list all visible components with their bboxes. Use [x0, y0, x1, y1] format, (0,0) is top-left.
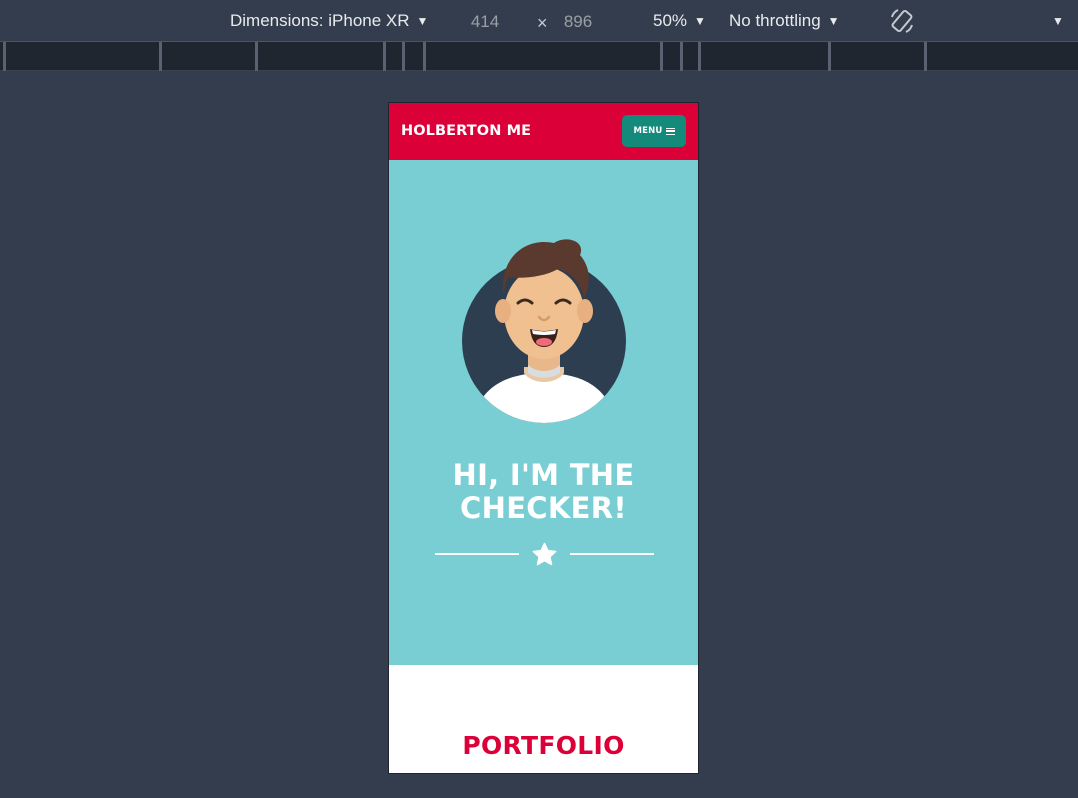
more-options-button[interactable]: ▼: [1052, 0, 1064, 42]
hero-section: HI, I'M THE CHECKER!: [389, 160, 698, 665]
menu-label: MENU: [633, 126, 663, 136]
menu-button[interactable]: MENU: [622, 115, 686, 147]
divider-line: [570, 553, 654, 555]
emulated-viewport: HOLBERTON ME MENU HI, I'M THE CHECKER! P…: [388, 102, 699, 774]
chevron-down-icon: ▼: [694, 14, 706, 28]
media-query-marker[interactable]: [383, 42, 386, 71]
throttling-label: No throttling: [729, 11, 821, 30]
media-query-marker[interactable]: [680, 42, 683, 71]
avatar-illustration: [462, 239, 626, 423]
media-query-marker[interactable]: [3, 42, 6, 71]
site-brand-link[interactable]: HOLBERTON ME: [401, 103, 531, 160]
viewport-width-input[interactable]: 414: [455, 8, 515, 36]
hero-title: HI, I'M THE CHECKER!: [389, 459, 698, 525]
hero-title-line: CHECKER!: [460, 491, 627, 525]
device-dimensions-dropdown[interactable]: Dimensions: iPhone XR ▼: [230, 0, 428, 42]
rotate-button[interactable]: [888, 0, 916, 42]
zoom-label: 50%: [653, 11, 688, 30]
media-query-marker[interactable]: [698, 42, 701, 71]
zoom-dropdown[interactable]: 50% ▼: [653, 0, 706, 42]
portfolio-heading: PORTFOLIO: [462, 731, 625, 760]
chevron-down-icon: ▼: [827, 14, 840, 28]
throttling-dropdown[interactable]: No throttling ▼: [729, 0, 840, 42]
star-icon: [532, 542, 557, 566]
divider-line: [435, 553, 519, 555]
site-navbar: HOLBERTON ME MENU: [389, 103, 698, 160]
media-query-marker[interactable]: [924, 42, 927, 71]
chevron-down-icon: ▼: [416, 14, 429, 28]
hero-title-line: HI, I'M THE: [452, 458, 635, 492]
media-query-marker[interactable]: [159, 42, 162, 71]
media-query-marker[interactable]: [402, 42, 405, 71]
media-query-ruler[interactable]: [0, 42, 1078, 71]
media-query-marker[interactable]: [423, 42, 426, 71]
devtools-device-toolbar: Dimensions: iPhone XR ▼ 414 × 896 50% ▼ …: [0, 0, 1078, 42]
device-dimensions-label: Dimensions: iPhone XR: [230, 11, 410, 30]
dimension-separator: ×: [537, 13, 548, 33]
chevron-down-icon: ▼: [1052, 14, 1064, 28]
viewport-height-input[interactable]: 896: [548, 8, 608, 36]
media-query-marker[interactable]: [255, 42, 258, 71]
hamburger-icon: [665, 127, 675, 135]
media-query-marker[interactable]: [660, 42, 663, 71]
rotate-icon: [891, 9, 913, 33]
media-query-marker[interactable]: [828, 42, 831, 71]
